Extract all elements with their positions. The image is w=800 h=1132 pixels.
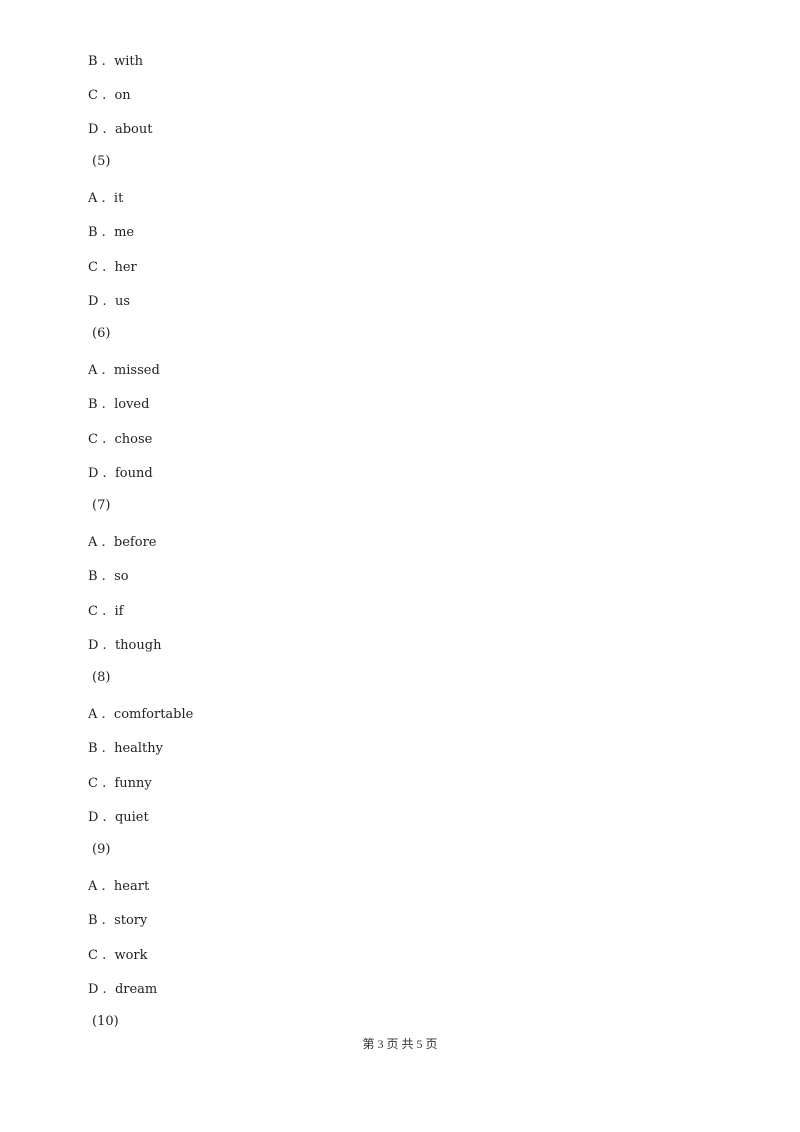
answer-option: A . it	[88, 191, 124, 206]
answer-option: A . heart	[88, 879, 150, 894]
answer-option: B . loved	[88, 397, 150, 412]
answer-option: B . healthy	[88, 741, 163, 756]
answer-option: B . me	[88, 225, 135, 240]
answer-option: D . us	[88, 294, 130, 309]
answer-option: C . if	[88, 604, 124, 619]
answer-option: D . found	[88, 466, 153, 481]
page-footer: 第 3 页 共 5 页	[362, 1037, 438, 1051]
question-number: (7)	[92, 498, 111, 513]
question-number: (9)	[92, 842, 111, 857]
answer-option: B . story	[88, 913, 148, 928]
question-number: (5)	[92, 154, 111, 169]
answer-option: D . though	[88, 638, 162, 653]
answer-option: C . her	[88, 260, 137, 275]
answer-option: D . quiet	[88, 810, 149, 825]
answer-option: A . comfortable	[88, 707, 194, 722]
answer-option: A . before	[88, 535, 157, 550]
answer-option: D . about	[88, 122, 153, 137]
answer-option: C . work	[88, 948, 148, 963]
answer-option: B . with	[88, 54, 143, 69]
question-number: (10)	[92, 1014, 119, 1029]
answer-option: B . so	[88, 569, 129, 584]
answer-option: A . missed	[88, 363, 160, 378]
answer-option: C . on	[88, 88, 131, 103]
answer-option: C . funny	[88, 776, 152, 791]
question-number: (8)	[92, 670, 111, 685]
answer-option: C . chose	[88, 432, 153, 447]
answer-option: D . dream	[88, 982, 158, 997]
question-number: (6)	[92, 326, 111, 341]
